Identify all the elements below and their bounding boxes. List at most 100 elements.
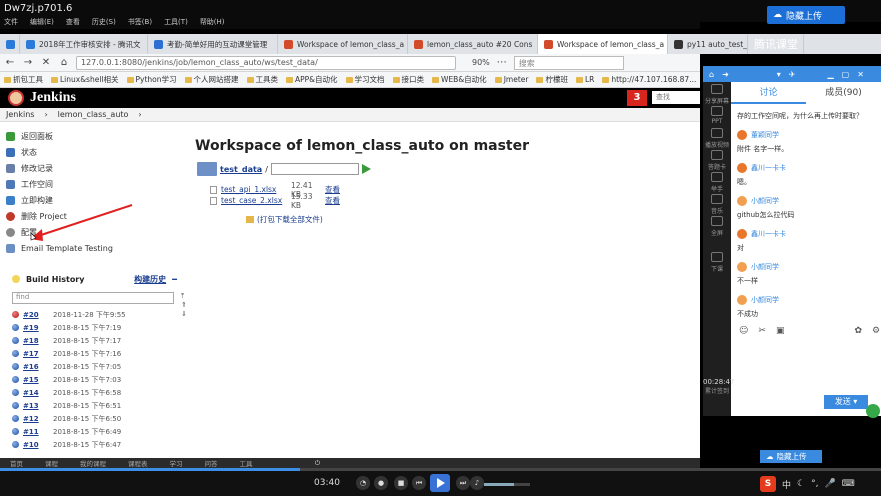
- address-input[interactable]: 127.0.0.1:8080/jenkins/job/lemon_class_a…: [76, 55, 456, 70]
- speed-icon[interactable]: ◔: [356, 476, 370, 490]
- tab-4-active[interactable]: Workspace of lemon_class_a✕: [538, 34, 668, 54]
- sidebar-item-email-template[interactable]: Email Template Testing: [6, 240, 166, 256]
- tab-6[interactable]: 腾讯课堂: [748, 34, 804, 54]
- tab-members[interactable]: 成员(90): [806, 82, 881, 104]
- build-number[interactable]: #12: [23, 415, 53, 423]
- build-number[interactable]: #13: [23, 402, 53, 410]
- strip-item[interactable]: 学习: [170, 458, 183, 468]
- bookmark[interactable]: 个人网站搭建: [185, 74, 239, 85]
- microphone-icon[interactable]: 🎤: [824, 479, 835, 489]
- build-row[interactable]: #13 2018-8-15 下午6:51: [12, 399, 177, 412]
- music-button[interactable]: 音乐: [703, 192, 731, 215]
- jenkins-logo-icon[interactable]: [8, 90, 24, 106]
- end-class-button[interactable]: 下课: [703, 250, 731, 273]
- build-number[interactable]: #18: [23, 337, 53, 345]
- menu-history[interactable]: 历史(S): [92, 17, 116, 29]
- strip-item[interactable]: 工具: [240, 458, 253, 468]
- play-button[interactable]: [430, 474, 450, 492]
- sidebar-item-back[interactable]: 返回面板: [6, 128, 166, 144]
- menu-bookmarks[interactable]: 书签(B): [128, 17, 152, 29]
- menu-edit[interactable]: 编辑(E): [30, 17, 54, 29]
- breadcrumb-job[interactable]: lemon_class_auto: [58, 110, 129, 119]
- minimize-icon[interactable]: ▁: [828, 70, 834, 79]
- tab-2[interactable]: Workspace of lemon_class_a: [278, 34, 408, 54]
- moon-icon[interactable]: ☾: [797, 479, 805, 489]
- bookmark[interactable]: Jmeter: [495, 75, 529, 84]
- chevron-down-icon[interactable]: ▾: [777, 70, 781, 79]
- play-video-button[interactable]: 播放视频: [703, 126, 731, 149]
- bookmark[interactable]: 抓包工具: [4, 74, 43, 85]
- sidebar-item-changes[interactable]: 修改记录: [6, 160, 166, 176]
- forward-icon[interactable]: ➜: [722, 70, 729, 79]
- build-number[interactable]: #16: [23, 363, 53, 371]
- tab-1[interactable]: 考勤-简单好用的互动课堂管理: [148, 34, 278, 54]
- pin-icon[interactable]: ✈: [789, 70, 796, 79]
- strip-item[interactable]: 课程表: [128, 458, 148, 468]
- volume-slider[interactable]: [484, 483, 530, 486]
- build-row[interactable]: #17 2018-8-15 下午7:16: [12, 347, 177, 360]
- tab-3[interactable]: lemon_class_auto #20 Cons: [408, 34, 538, 54]
- sidebar-item-build-now[interactable]: 立即构建: [6, 192, 166, 208]
- bookmark[interactable]: 工具类: [247, 74, 279, 85]
- more-icon[interactable]: ⋯: [496, 57, 508, 68]
- bookmark[interactable]: 接口类: [393, 74, 425, 85]
- file-name-link[interactable]: test_case_2.xlsx: [221, 196, 287, 205]
- scroll-arrows-icon[interactable]: ⤒ ⇑ ⇓: [181, 292, 187, 319]
- volume-icon[interactable]: ♪: [470, 476, 484, 490]
- strip-item[interactable]: 首页: [10, 458, 23, 468]
- tab-5[interactable]: py11 auto_test_api: [668, 34, 748, 54]
- file-name-link[interactable]: test_api_1.xlsx: [221, 185, 287, 194]
- build-number[interactable]: #14: [23, 389, 53, 397]
- fullscreen-button[interactable]: 全屏: [703, 214, 731, 237]
- build-row[interactable]: #18 2018-8-15 下午7:17: [12, 334, 177, 347]
- menu-file[interactable]: 文件: [4, 17, 18, 29]
- ime-mode[interactable]: 中: [782, 478, 791, 491]
- folder-link[interactable]: test_data: [220, 165, 262, 174]
- bookmark[interactable]: 学习文档: [346, 74, 385, 85]
- keyboard-icon[interactable]: ⌨: [842, 479, 855, 489]
- next-icon[interactable]: ⏭: [456, 476, 470, 490]
- build-row[interactable]: #10 2018-8-15 下午6:47: [12, 438, 177, 451]
- image-icon[interactable]: ▣: [776, 326, 785, 336]
- answer-card-button[interactable]: 答题卡: [703, 148, 731, 171]
- sidebar-item-workspace[interactable]: 工作空间: [6, 176, 166, 192]
- home-icon[interactable]: ⌂: [709, 70, 714, 79]
- send-button[interactable]: 发送 ▾: [824, 395, 868, 409]
- build-row[interactable]: #11 2018-8-15 下午6:49: [12, 425, 177, 438]
- bookmark[interactable]: Python学习: [127, 74, 177, 85]
- flower-icon[interactable]: ✿: [854, 326, 862, 336]
- path-input[interactable]: [270, 163, 359, 175]
- build-row[interactable]: #19 2018-8-15 下午7:19: [12, 321, 177, 334]
- build-trend-link[interactable]: 构建历史: [134, 274, 166, 285]
- build-number[interactable]: #20: [23, 311, 53, 319]
- build-number[interactable]: #11: [23, 428, 53, 436]
- view-file-link[interactable]: 查看: [325, 195, 340, 206]
- video-progress-bar[interactable]: [0, 468, 881, 471]
- previous-icon[interactable]: ⏮: [412, 476, 426, 490]
- download-zip-link[interactable]: (打包下载全部文件): [246, 214, 323, 225]
- breadcrumb-jenkins[interactable]: Jenkins: [6, 110, 34, 119]
- home-icon[interactable]: ⌂: [58, 57, 70, 68]
- notification-badge[interactable]: 3: [627, 90, 647, 106]
- tab-discussion[interactable]: 讨论: [731, 82, 806, 104]
- scissors-icon[interactable]: ✂: [758, 326, 766, 336]
- strip-item[interactable]: 课程: [45, 458, 58, 468]
- bookmark[interactable]: LR: [576, 75, 594, 84]
- menu-view[interactable]: 查看: [66, 17, 80, 29]
- build-row[interactable]: #14 2018-8-15 下午6:58: [12, 386, 177, 399]
- close-icon[interactable]: ✕: [857, 70, 864, 79]
- build-find-input[interactable]: find: [12, 292, 174, 304]
- build-row[interactable]: #15 2018-8-15 下午7:03: [12, 373, 177, 386]
- zoom-level[interactable]: 90%: [472, 58, 490, 67]
- bookmark[interactable]: Linux&shell相关: [51, 74, 119, 85]
- build-number[interactable]: #17: [23, 350, 53, 358]
- strip-item[interactable]: 问答: [205, 458, 218, 468]
- ppt-button[interactable]: PPT: [703, 104, 731, 126]
- punctuation-icon[interactable]: °,: [811, 479, 818, 489]
- menu-tools[interactable]: 工具(T): [164, 17, 188, 29]
- strip-item[interactable]: 我的课程: [80, 458, 106, 468]
- build-number[interactable]: #19: [23, 324, 53, 332]
- build-number[interactable]: #10: [23, 441, 53, 449]
- stop-icon[interactable]: ■: [394, 476, 408, 490]
- build-number[interactable]: #15: [23, 376, 53, 384]
